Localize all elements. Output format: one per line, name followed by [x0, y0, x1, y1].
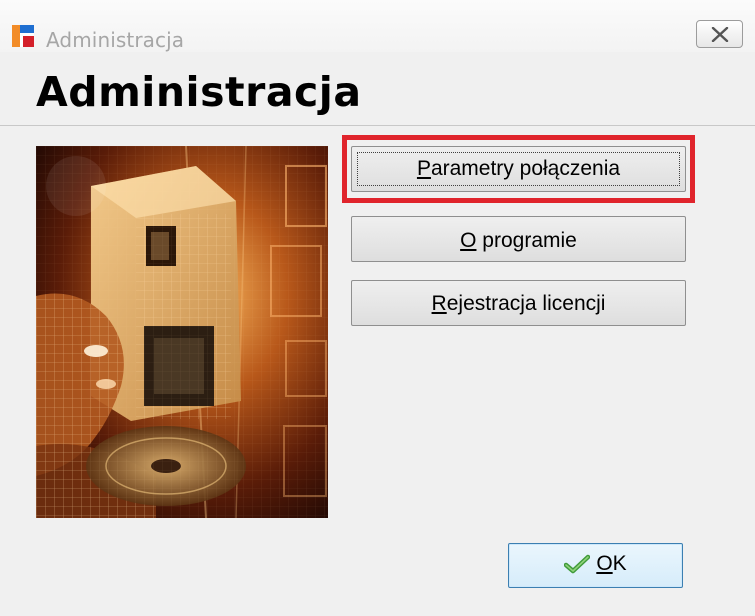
license-label: Rejestracja licencji: [431, 292, 606, 315]
close-icon: [711, 27, 729, 42]
title-bar[interactable]: Administracja: [0, 0, 755, 52]
app-icon: [12, 25, 34, 47]
connection-params-button[interactable]: Parametry połączenia: [351, 146, 686, 192]
dialog-window: Administracja Administracja Parametry po…: [0, 0, 755, 616]
decorative-illustration: [36, 146, 328, 518]
focus-indicator: [357, 152, 680, 186]
checkmark-icon: [564, 554, 591, 574]
close-button[interactable]: [696, 20, 743, 48]
about-label: O programie: [460, 229, 577, 252]
ok-label: OK: [596, 552, 627, 575]
ok-button[interactable]: OK: [508, 543, 683, 588]
window-title: Administracja: [46, 28, 185, 52]
about-button[interactable]: O programie: [351, 216, 686, 262]
page-title: Administracja: [36, 68, 362, 116]
license-button[interactable]: Rejestracja licencji: [351, 280, 686, 326]
header-divider: [0, 125, 755, 126]
